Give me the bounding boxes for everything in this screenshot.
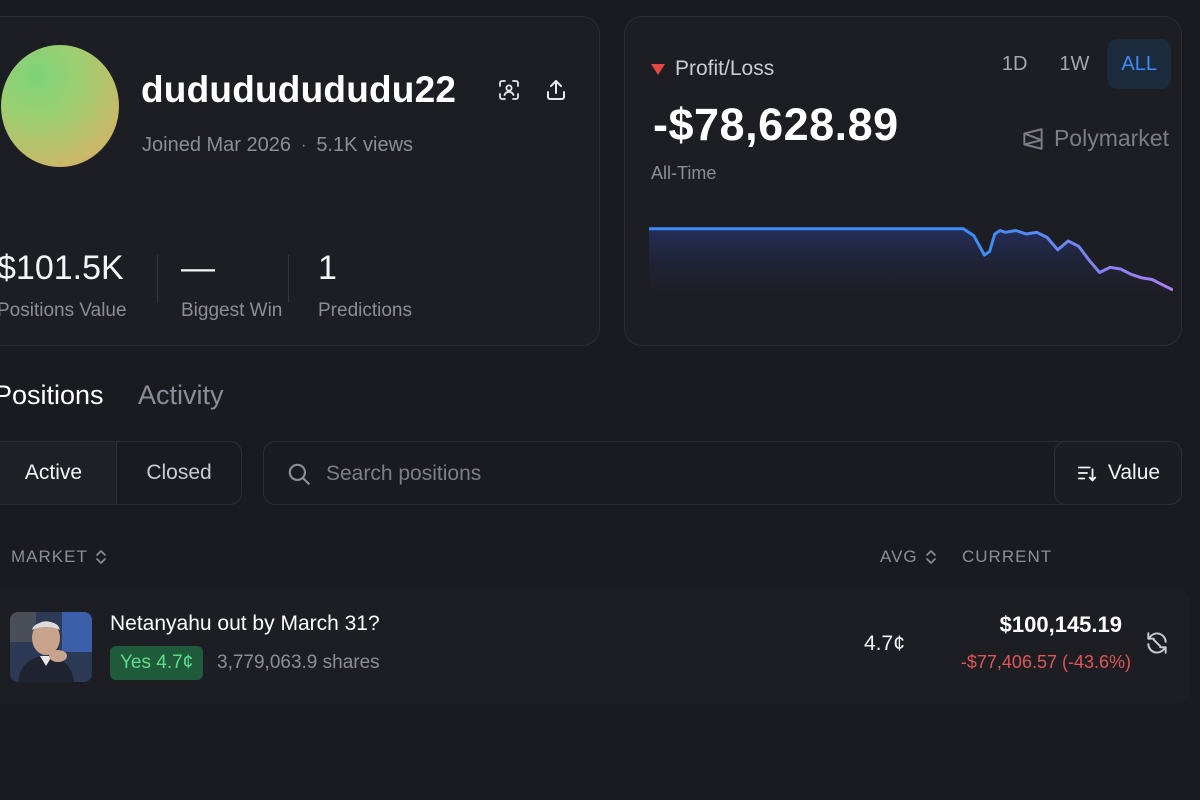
meta-separator: ·	[300, 136, 307, 154]
joined-date: Joined Mar 2026	[142, 134, 291, 156]
market-title[interactable]: Netanyahu out by March 31?	[110, 612, 380, 636]
outcome-badge: Yes 4.7¢	[110, 646, 204, 680]
sort-label: Value	[1107, 461, 1161, 484]
market-thumbnail	[10, 612, 92, 682]
pnl-period: All-Time	[651, 163, 717, 183]
search-icon	[288, 463, 310, 485]
filter-active-button[interactable]: Active	[0, 442, 116, 504]
share-count: 3,779,063.9 shares	[217, 652, 380, 673]
stat-divider	[157, 255, 158, 303]
column-header-current: CURRENT	[962, 547, 1052, 567]
share-icon	[547, 80, 565, 100]
stat-value: 1	[318, 249, 337, 287]
profile-card: dudududududu22 Joined Mar 2026 · 5.1K vi…	[0, 16, 600, 346]
polymarket-logo-icon	[1023, 127, 1043, 150]
sort-button[interactable]: Value	[1054, 441, 1182, 505]
qr-scan-button[interactable]	[494, 75, 524, 105]
stat-label: Positions Value	[0, 300, 127, 321]
sell-position-icon[interactable]	[1144, 630, 1170, 656]
search-input[interactable]	[326, 456, 1026, 492]
stat-positions-value: $101.5K Positions Value	[0, 249, 127, 322]
pnl-card: Profit/Loss 1D 1W ALL -$78,628.89 All-Ti…	[624, 16, 1182, 346]
tab-positions[interactable]: Positions	[0, 380, 104, 411]
sort-toggle-icon	[96, 550, 106, 564]
stat-value: $101.5K	[0, 249, 124, 287]
view-count: 5.1K views	[316, 134, 414, 156]
column-header-label: MARKET	[11, 547, 88, 566]
stat-label: Biggest Win	[181, 300, 283, 321]
pnl-chart	[649, 227, 1173, 307]
current-value: $100,145.19	[999, 612, 1122, 637]
down-triangle-icon	[651, 63, 665, 75]
stat-biggest-win: — Biggest Win	[181, 249, 282, 322]
brand-name: Polymarket	[1053, 125, 1169, 151]
stat-label: Predictions	[318, 300, 412, 321]
username: dudududududu22	[141, 69, 457, 110]
profile-stats: $101.5K Positions Value — Biggest Win 1 …	[0, 249, 601, 329]
column-header-label: AVG	[880, 547, 918, 566]
stat-divider	[288, 255, 289, 303]
qr-scan-icon	[499, 80, 519, 100]
pnl-label: Profit/Loss	[651, 57, 774, 81]
sort-toggle-icon	[925, 550, 936, 564]
column-header-market[interactable]: MARKET	[11, 547, 108, 567]
pnl-label-text: Profit/Loss	[675, 57, 775, 80]
filter-closed-button[interactable]: Closed	[116, 442, 241, 504]
column-header-label: CURRENT	[962, 547, 1053, 566]
range-tabs: 1D 1W ALL	[988, 39, 1171, 89]
stat-predictions: 1 Predictions	[318, 249, 412, 322]
avatar	[1, 45, 119, 167]
profile-meta: Joined Mar 2026 · 5.1K views	[142, 134, 413, 157]
brand: Polymarket	[1020, 125, 1169, 152]
table-row[interactable]: Netanyahu out by March 31? Yes 4.7¢ 3,77…	[0, 588, 1190, 704]
status-segmented-control: Active Closed	[0, 441, 242, 505]
profile-page: dudududududu22 Joined Mar 2026 · 5.1K vi…	[0, 0, 1200, 800]
search-box: Value	[263, 441, 1182, 505]
pnl-value: -$78,628.89	[653, 99, 899, 150]
range-tab-all[interactable]: ALL	[1107, 39, 1171, 89]
avg-price: 4.7¢	[864, 632, 905, 655]
sort-icon	[1077, 466, 1097, 482]
tab-activity[interactable]: Activity	[138, 380, 224, 411]
share-button[interactable]	[541, 75, 571, 105]
market-image	[10, 612, 92, 682]
range-tab-1w[interactable]: 1W	[1045, 39, 1103, 89]
range-tab-1d[interactable]: 1D	[988, 39, 1042, 89]
stat-value: —	[181, 249, 215, 287]
position-pnl: -$77,406.57 (-43.6%)	[960, 652, 1131, 672]
column-header-avg[interactable]: AVG	[880, 547, 938, 567]
